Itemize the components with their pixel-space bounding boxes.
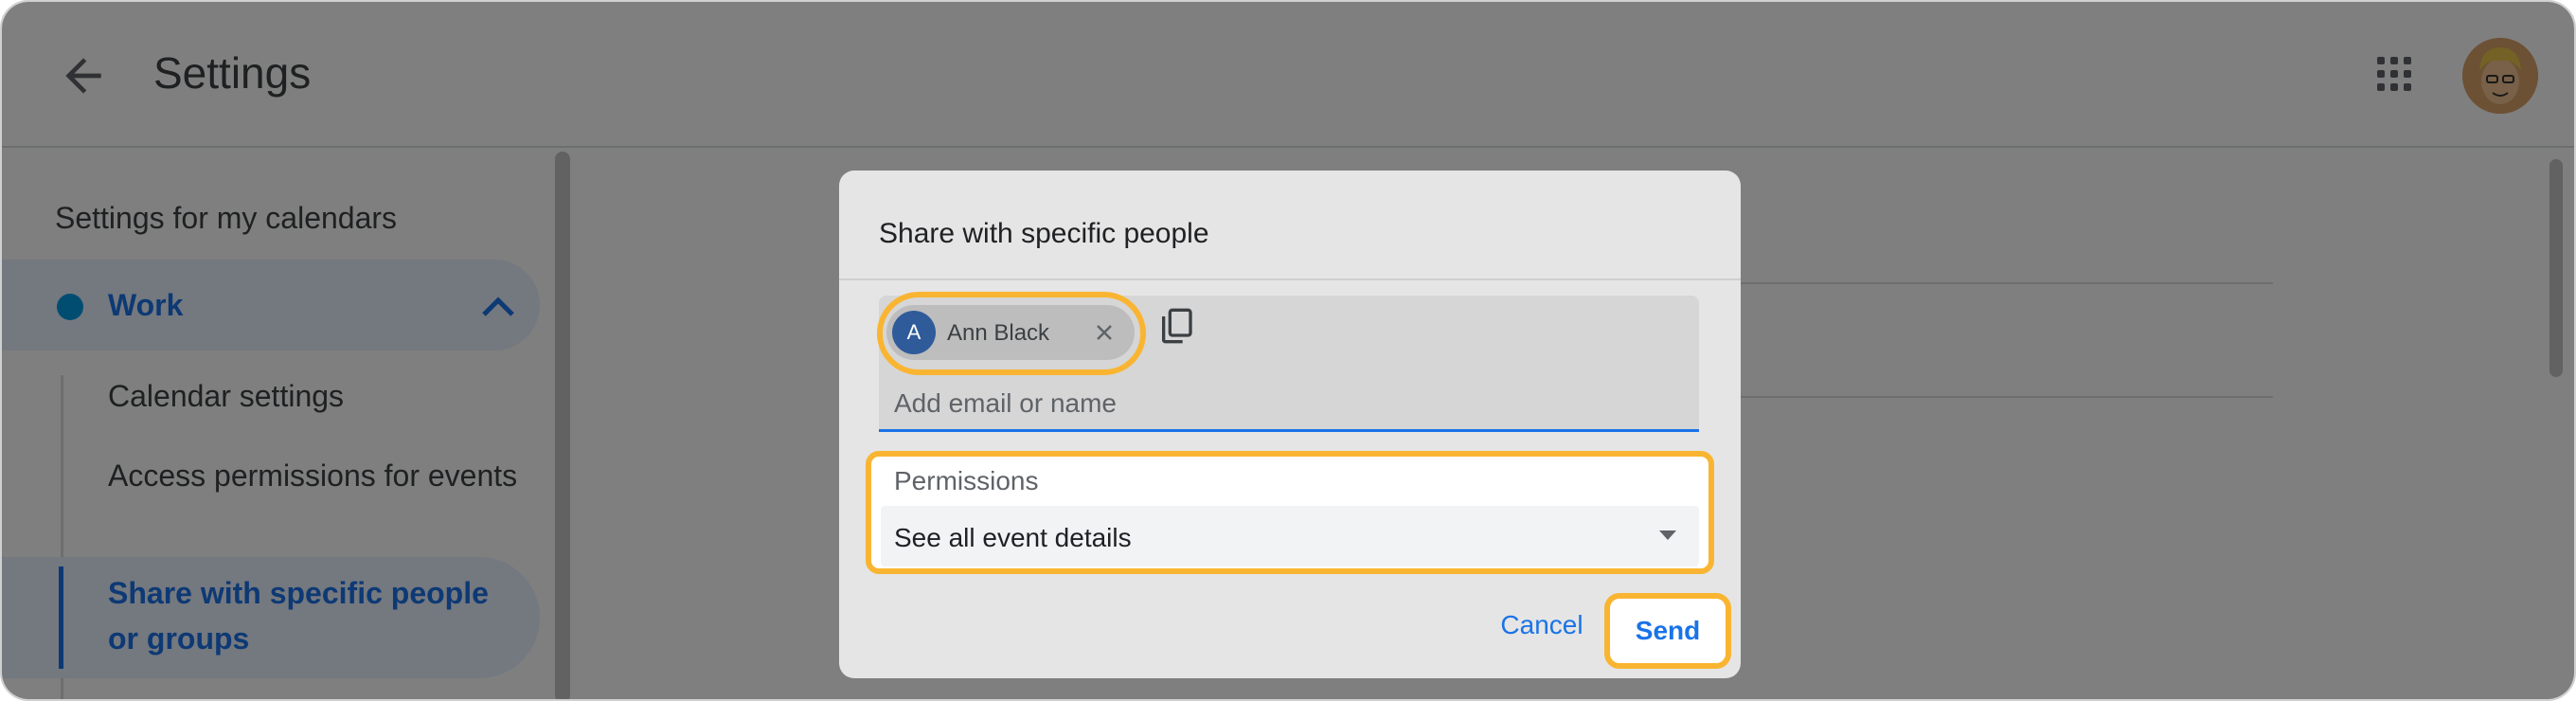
- dialog-title: Share with specific people: [879, 218, 1209, 249]
- permissions-value: See all event details: [894, 523, 1132, 552]
- share-dialog: Share with specific people A Ann Black P…: [839, 171, 1741, 678]
- chip-name: Ann Black: [947, 320, 1050, 346]
- permissions-label: Permissions: [894, 466, 1039, 495]
- send-button[interactable]: Send: [1618, 604, 1718, 657]
- close-icon[interactable]: [1093, 321, 1116, 344]
- cancel-button[interactable]: Cancel: [1483, 595, 1601, 656]
- dialog-divider: [839, 279, 1741, 280]
- dropdown-arrow-icon: [1659, 530, 1676, 540]
- chip-avatar: A: [892, 311, 936, 354]
- permissions-select[interactable]: See all event details: [881, 506, 1699, 566]
- email-input[interactable]: [894, 383, 1614, 424]
- copy-icon[interactable]: [1157, 305, 1195, 347]
- person-chip[interactable]: A Ann Black: [886, 305, 1135, 360]
- app-window: Settings Settings for my calendars Work: [0, 0, 2576, 701]
